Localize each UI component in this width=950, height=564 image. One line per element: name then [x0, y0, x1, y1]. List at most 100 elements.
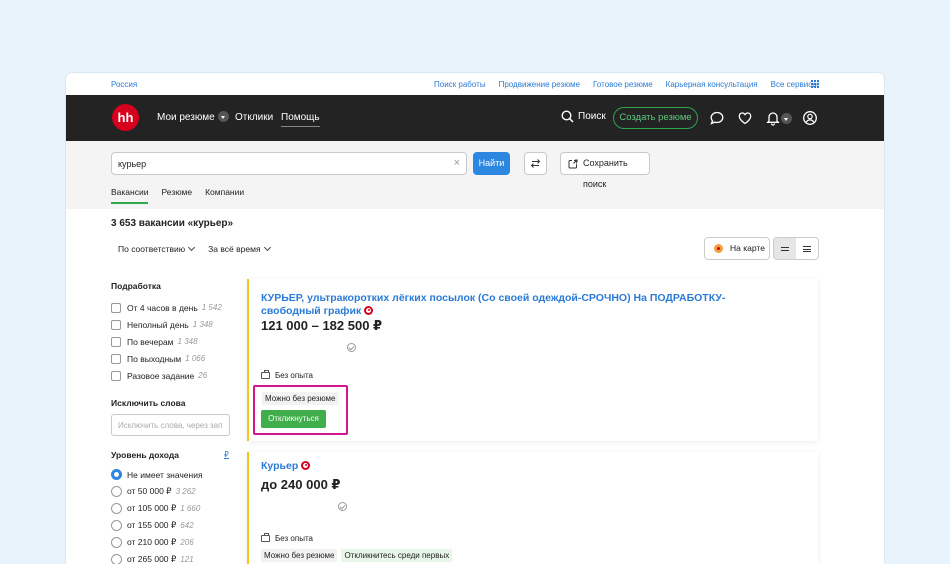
vacancy-salary: 121 000 – 182 500 ₽ — [261, 318, 383, 333]
radio[interactable] — [111, 503, 122, 514]
map-label: На карте — [730, 243, 765, 253]
nav-help[interactable]: Помощь — [281, 112, 320, 127]
vacancy-title: Курьер — [261, 460, 299, 472]
filter-checkbox-row[interactable]: По выходным 1 066 — [111, 350, 236, 367]
checkbox[interactable] — [111, 302, 121, 313]
filter-count: 26 — [198, 371, 208, 380]
income-info-icon[interactable]: ₽ — [224, 450, 229, 459]
check-circle-icon — [338, 502, 347, 511]
vacancy-card: Курьер до 240 000 ₽ Без опыта Можно без … — [247, 452, 818, 564]
nav-search-button[interactable]: Поиск — [561, 110, 606, 123]
save-search-label: Сохранить поиск — [583, 158, 628, 189]
income-label: от 50 000 ₽ — [127, 486, 172, 496]
income-count: 121 — [180, 555, 194, 564]
notifications-chevron-icon[interactable] — [781, 113, 792, 124]
chevron-down-icon — [263, 243, 271, 252]
vacancy-title-link[interactable]: Курьер — [261, 460, 731, 473]
filter-label: Неполный день — [127, 319, 189, 330]
tab-companies[interactable]: Компании — [205, 187, 244, 204]
heart-icon[interactable] — [737, 110, 753, 126]
browser-page: Россия Поиск работы Продвижение резюме Г… — [66, 73, 884, 564]
main-navbar: hh Мои резюме Отклики Помощь Поиск Созда… — [66, 95, 884, 141]
filter-count: 1 066 — [185, 354, 206, 363]
tab-resumes[interactable]: Резюме — [161, 187, 192, 204]
compact-view-button[interactable] — [774, 238, 796, 259]
top-links: Поиск работы Продвижение резюме Готовое … — [434, 80, 818, 89]
filter-label: По выходным — [127, 353, 182, 364]
detailed-view-button[interactable] — [796, 238, 818, 259]
services-grid-icon[interactable] — [811, 80, 819, 88]
swap-arrows-icon — [530, 159, 541, 168]
region-link[interactable]: Россия — [111, 80, 137, 89]
filter-checkbox-row[interactable]: От 4 часов в день 1 542 — [111, 299, 236, 316]
radio[interactable] — [111, 554, 122, 564]
checkbox[interactable] — [111, 353, 121, 364]
nav-my-resumes[interactable]: Мои резюме — [157, 111, 229, 123]
income-radio-row[interactable]: от 105 000 ₽1 660 — [111, 500, 236, 517]
checkbox[interactable] — [111, 319, 121, 330]
income-count: 3 262 — [175, 487, 196, 496]
exclude-words-heading: Исключить слова — [111, 398, 186, 408]
checkbox[interactable] — [111, 336, 121, 347]
tab-vacancies[interactable]: Вакансии — [111, 187, 149, 204]
period-dropdown[interactable]: За всё время — [208, 243, 271, 254]
checkbox[interactable] — [111, 370, 121, 381]
filter-count: 1 348 — [177, 337, 198, 346]
income-count: 1 660 — [180, 504, 201, 513]
top-links-bar: Россия Поиск работы Продвижение резюме Г… — [66, 73, 884, 95]
chevron-down-icon — [188, 243, 196, 252]
radio[interactable] — [111, 520, 122, 531]
link-ready-resume[interactable]: Готовое резюме — [593, 80, 653, 89]
link-career-consult[interactable]: Карьерная консультация — [666, 80, 758, 89]
profile-icon[interactable] — [802, 110, 818, 126]
experience-label: Без опыта — [275, 534, 313, 543]
radio[interactable] — [111, 537, 122, 548]
experience-label: Без опыта — [275, 371, 313, 380]
radio[interactable] — [111, 486, 122, 497]
income-radio-row[interactable]: от 50 000 ₽3 262 — [111, 483, 236, 500]
filter-label: По вечерам — [127, 336, 174, 347]
income-radio-row[interactable]: Не имеет значения — [111, 466, 236, 483]
income-radio-row[interactable]: от 265 000 ₽121 — [111, 551, 236, 564]
vacancy-title-link[interactable]: КУРЬЕР, ультракоротких лёгких посылок (С… — [261, 292, 731, 318]
exclude-words-input[interactable]: Исключить слова, через зап — [111, 414, 230, 436]
search-input[interactable]: курьер × — [111, 152, 467, 175]
filter-checkbox-row[interactable]: По вечерам 1 348 — [111, 333, 236, 350]
filter-count: 1 348 — [192, 320, 213, 329]
verified-employer-icon — [364, 305, 374, 315]
income-label: от 155 000 ₽ — [127, 520, 177, 530]
search-label: Поиск — [578, 111, 606, 122]
map-button[interactable]: На карте — [704, 237, 770, 260]
income-radio-row[interactable]: от 155 000 ₽642 — [111, 517, 236, 534]
chevron-down-icon[interactable] — [217, 111, 229, 122]
advanced-filter-button[interactable] — [524, 152, 547, 175]
respond-early-tag: Откликнитесь среди первых — [341, 549, 453, 562]
clear-icon[interactable]: × — [454, 157, 460, 169]
income-count: 642 — [180, 521, 194, 530]
income-count: 206 — [180, 538, 194, 547]
radio-selected[interactable] — [111, 469, 122, 480]
income-radio-row[interactable]: от 210 000 ₽206 — [111, 534, 236, 551]
apply-button[interactable]: Откликнуться — [261, 410, 326, 428]
verified-employer-icon — [301, 460, 311, 470]
link-job-search[interactable]: Поиск работы — [434, 80, 486, 89]
bell-icon[interactable] — [765, 110, 781, 126]
search-icon — [561, 110, 574, 123]
filter-label: Разовое задание — [127, 370, 195, 381]
save-search-button[interactable]: Сохранить поиск — [560, 152, 650, 189]
find-button[interactable]: Найти — [473, 152, 510, 175]
filter-checkbox-row[interactable]: Неполный день 1 348 — [111, 316, 236, 333]
vacancy-card: КУРЬЕР, ультракоротких лёгких посылок (С… — [247, 279, 818, 441]
hh-logo[interactable]: hh — [112, 104, 139, 131]
chat-icon[interactable] — [709, 110, 725, 126]
sort-label: По соответствию — [118, 244, 186, 254]
link-resume-promotion[interactable]: Продвижение резюме — [499, 80, 580, 89]
filter-label: От 4 часов в день — [127, 302, 198, 313]
experience-row: Без опыта — [261, 370, 313, 380]
filter-checkbox-row[interactable]: Разовое задание 26 — [111, 367, 236, 384]
nav-responses[interactable]: Отклики — [235, 112, 273, 123]
sort-relevance-dropdown[interactable]: По соответствию — [118, 243, 196, 254]
vacancy-salary: до 240 000 ₽ — [261, 477, 341, 492]
create-resume-button[interactable]: Создать резюме — [613, 107, 698, 129]
vacancy-title: КУРЬЕР, ультракоротких лёгких посылок (С… — [261, 292, 726, 317]
